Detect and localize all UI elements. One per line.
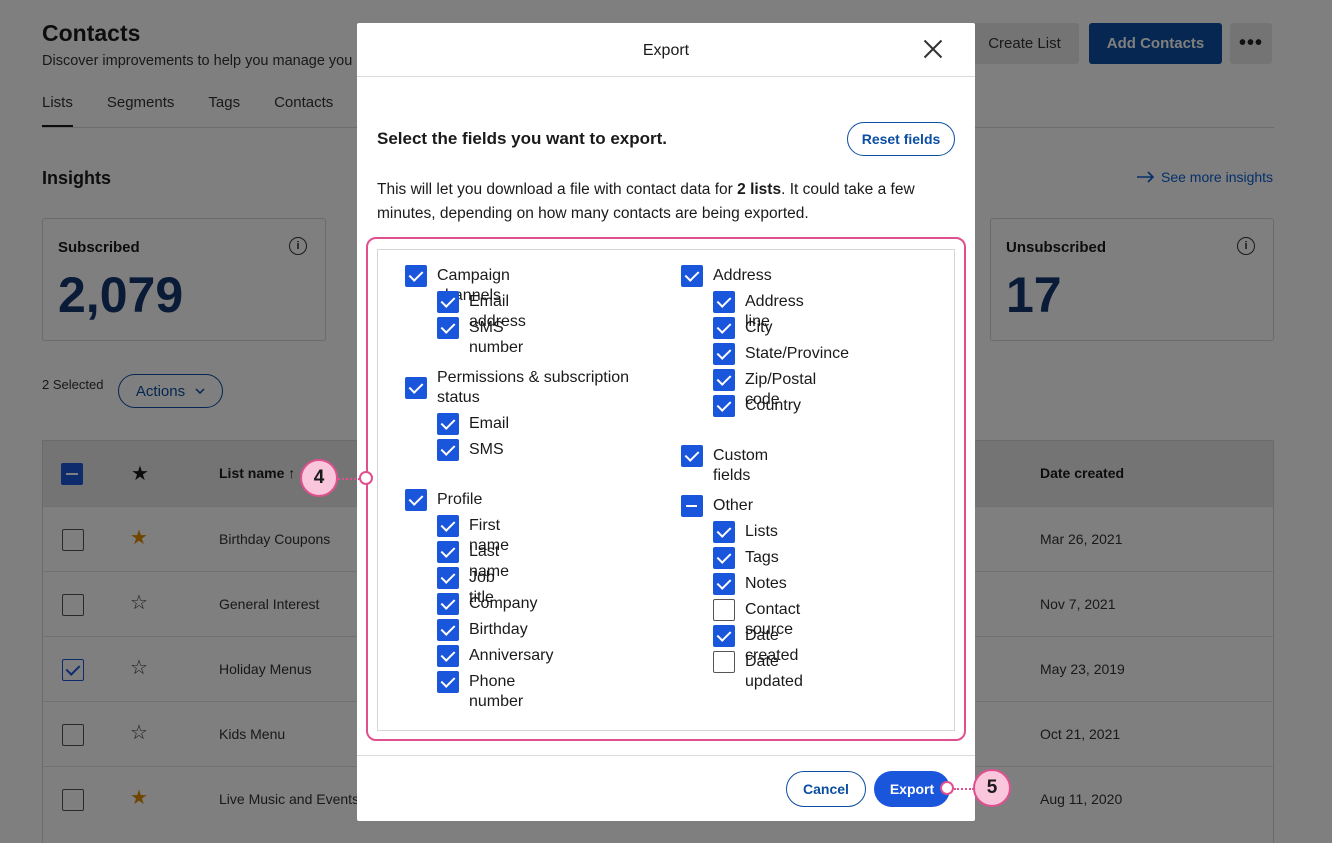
export-description: This will let you download a file with c… [377, 181, 915, 222]
reset-fields-button[interactable]: Reset fields [847, 122, 955, 156]
callout-4-anchor [359, 471, 373, 485]
step-5-callout: 5 [973, 769, 1011, 807]
modal-header: Export [357, 23, 975, 77]
fields-highlight-annotation [366, 237, 966, 741]
cancel-button[interactable]: Cancel [786, 771, 866, 807]
callout-5-connector [954, 788, 974, 790]
callout-5-anchor [940, 781, 954, 795]
modal-title: Export [642, 42, 690, 59]
close-icon[interactable] [923, 39, 943, 59]
step-4-callout: 4 [300, 459, 338, 497]
export-button[interactable]: Export [874, 771, 950, 807]
list-count: 2 lists [737, 181, 782, 198]
callout-4-connector [338, 478, 360, 480]
modal-footer-divider [357, 755, 975, 756]
export-fields-heading: Select the fields you want to export. [377, 129, 667, 148]
